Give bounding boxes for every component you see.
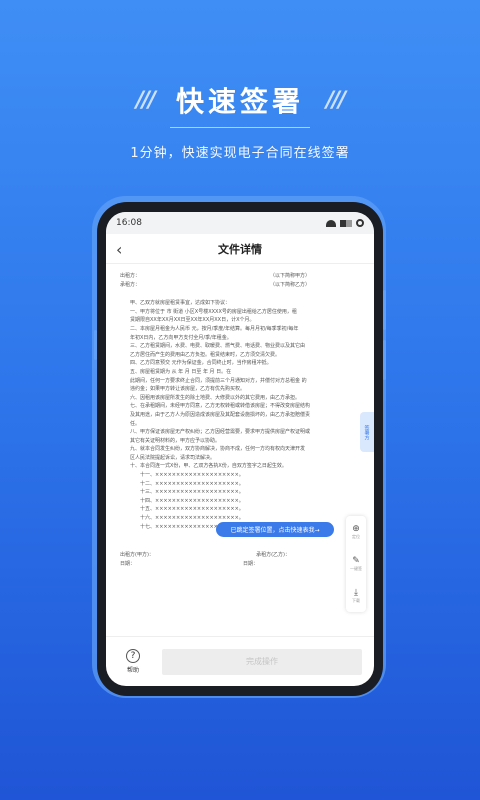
party-a-value: （以下简称甲方） — [269, 273, 310, 279]
contract-paragraph: 其它有关证明材料的，甲方应予以协助。 — [130, 437, 221, 444]
download-icon: ⤓ — [354, 588, 358, 598]
contract-numbered-item: 十二、××××××××××××××××××××。 — [140, 480, 244, 487]
contract-paragraph: 七、在承租期间，未经甲方同意，乙方无权转租或转借该房屋；不得改变房屋结构 — [130, 403, 311, 410]
contract-paragraph: 乙方居住而产生的费用由乙方负担。租赁结束时，乙方须交清欠费。 — [130, 351, 281, 358]
contract-paragraph: 十、本合同连一式X份，甲、乙双方各执X份，自双方签字之日起生效。 — [130, 463, 287, 470]
phone-side-button — [383, 290, 386, 330]
contract-paragraph: 一、甲方将位于 市 街道 小区X号楼XXXX号的房屋出租给乙方居住使用，租 — [130, 308, 297, 315]
hero-title: 快速签署 — [175, 85, 304, 118]
tool-download-label: 下载 — [352, 598, 360, 603]
sign-date-a: 日期： — [120, 560, 136, 567]
contract-paragraph: 甲、乙双方就房屋租赁事宜，达成如下协议： — [130, 300, 231, 307]
tool-locate[interactable]: ⊕ 定位 — [352, 524, 360, 540]
help-button[interactable]: ? 帮助 — [118, 649, 148, 674]
sign-party-a: 出租方(甲方)： — [120, 552, 154, 559]
hero-divider — [170, 127, 310, 128]
status-time: 16:08 — [116, 218, 142, 228]
contract-paragraph: 五、房屋租赁期为 从 年 月 日至 年 月 日。在 — [130, 368, 232, 375]
phone-side-button — [383, 340, 386, 380]
contract-numbered-item: 十五、××××××××××××××××××××。 — [140, 506, 244, 513]
contract-paragraph: 三、乙方租赁期间，水费、电费、取暖费、燃气费、电话费、物业费以及其它由 — [130, 343, 306, 350]
locate-icon: ⊕ — [352, 524, 360, 534]
signer-tab[interactable]: 签署方 — [360, 412, 374, 452]
hero-title-row: /// 快速签署 /// — [0, 80, 480, 120]
complete-button[interactable]: 完成操作 — [162, 648, 362, 675]
contract-paragraph: 此期间，任何一方要求终止合同，须提前三个月通知对方，并偿付对方总租金 的 — [130, 377, 307, 384]
contract-paragraph: 区人民法院提起诉讼，请求司法解决。 — [130, 454, 216, 461]
hero-subtitle: 1分钟，快速实现电子合同在线签署 — [130, 146, 350, 161]
slash-decoration-right: /// — [326, 87, 346, 113]
jump-sign-toast[interactable]: 已跳定签署位置，点击快速表我→ — [216, 522, 334, 537]
party-b-label: 承租方： — [120, 281, 141, 288]
tool-quick-sign-label: 一键签 — [350, 566, 362, 571]
sign-party-b: 承租方(乙方)： — [256, 552, 290, 559]
slash-decoration-left: /// — [135, 87, 156, 113]
contract-numbered-item: 十一、××××××××××××××××××××。 — [140, 472, 244, 479]
tool-quick-sign[interactable]: ✎ 一键签 — [350, 556, 362, 572]
chevron-left-icon[interactable]: ‹ — [116, 240, 122, 259]
sign-date-b: 日期： — [242, 560, 258, 567]
pen-icon: ✎ — [352, 556, 360, 566]
contract-paragraph: 二、本房屋月租金为人民币 元，按月/季度/年结算。每月月初/每季季初/每年 — [130, 325, 299, 332]
contract-paragraph: 及其用途，由于乙方人为原因造成该房屋及其配套设施损坏的，由乙方承担赔偿责 — [130, 411, 311, 418]
battery-icon — [356, 219, 364, 227]
wifi-icon — [326, 219, 336, 227]
question-icon: ? — [126, 649, 140, 663]
contract-paragraph: 四、乙方同意预交 元作为保证金，合同终止时，当作房租冲抵。 — [130, 360, 272, 367]
contract-numbered-item: 十三、××××××××××××××××××××。 — [140, 489, 244, 496]
contract-paragraphs: 甲、乙双方就房屋租赁事宜，达成如下协议： 一、甲方将位于 市 街道 小区X号楼XX… — [120, 299, 350, 471]
signal-icon — [340, 219, 352, 227]
tool-panel: ⊕ 定位 ✎ 一键签 ⤓ 下载 — [346, 516, 366, 612]
page-title: 文件详情 — [218, 242, 262, 256]
bottom-bar: ? 帮助 完成操作 — [106, 636, 374, 686]
tool-download[interactable]: ⤓ 下载 — [352, 588, 360, 604]
party-b-value: （以下简称乙方） — [269, 281, 310, 288]
contract-paragraph: 任。 — [130, 420, 141, 427]
tool-locate-label: 定位 — [352, 534, 360, 539]
party-a-label: 出租方： — [120, 273, 141, 279]
help-label: 帮助 — [126, 667, 139, 674]
contract-paragraph: 六、因租用该房屋所发生的除土地费、大修费以外的其它费用，由乙方承担。 — [130, 394, 301, 401]
contract-paragraph: 违约金；如果甲方转让该房屋，乙方有优先购买权。 — [130, 386, 246, 393]
nav-bar: ‹ 文件详情 — [106, 234, 374, 264]
status-bar: 16:08 — [106, 212, 374, 234]
phone-screen: 16:08 ‹ 文件详情 出租方： （以下简称甲方） 承租方： （以下简称乙方）… — [106, 212, 374, 686]
contract-paragraph: 年初X日内，乙方向甲方支付全月/季/年租金。 — [130, 334, 232, 341]
contract-paragraph: 八、甲方保证该房屋无产权纠纷；乙方因经营需要，要求甲方提供房屋产权证明或 — [130, 429, 311, 436]
contract-paragraph: 九、就本合同发生纠纷，双方协商解决，协商不成，任何一方均有权向天津开发 — [130, 446, 306, 453]
contract-paragraph: 赁期限自XX年XX月XX日至XX年XX月XX日，计X个月。 — [130, 317, 255, 324]
contract-numbered-item: 十四、××××××××××××××××××××。 — [140, 497, 244, 504]
